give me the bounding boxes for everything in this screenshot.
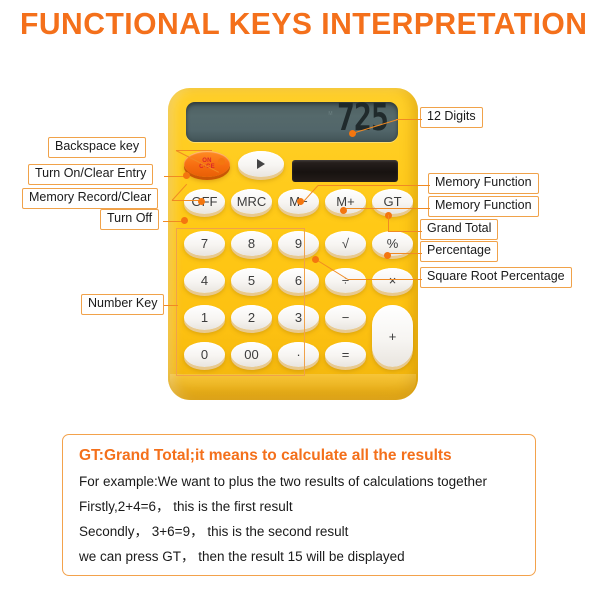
key-minus[interactable]: − <box>325 305 366 330</box>
key-grand-total[interactable]: GT <box>372 189 413 214</box>
solar-panel <box>292 160 398 182</box>
grand-total-explanation-panel: GT:Grand Total;it means to calculate all… <box>62 434 536 576</box>
key-square-root[interactable]: √ <box>325 231 366 256</box>
label-memory-function-1: Memory Function <box>428 173 539 194</box>
leader-memory-function-1 <box>318 185 430 186</box>
triangle-right-icon <box>257 159 265 169</box>
label-memory-record-clear: Memory Record/Clear <box>22 188 159 209</box>
leader-percentage <box>388 253 422 254</box>
lcd-digits: 725 <box>336 102 389 140</box>
dot-square-root <box>312 256 319 263</box>
leader-grand-total <box>388 231 422 232</box>
key-plus-label: + <box>388 328 397 344</box>
label-square-root-percentage: Square Root Percentage <box>420 267 572 288</box>
note-heading: GT:Grand Total;it means to calculate all… <box>79 447 452 464</box>
label-12-digits: 12 Digits <box>420 107 483 128</box>
key-percent-label: % <box>386 236 399 251</box>
number-key-group-box <box>176 228 305 376</box>
dot-turn-off <box>181 217 188 224</box>
leader-grand-total-vertical <box>388 215 389 232</box>
dot-backspace <box>218 158 225 165</box>
leader-12-digits <box>396 119 422 120</box>
key-mrc[interactable]: MRC <box>231 189 272 214</box>
dot-memory-function-1 <box>297 198 304 205</box>
leader-number-key <box>164 305 178 306</box>
key-multiply[interactable]: × <box>372 268 413 293</box>
leader-square-root <box>348 279 422 280</box>
label-memory-function-2: Memory Function <box>428 196 539 217</box>
dot-percentage <box>384 252 391 259</box>
key-backspace[interactable] <box>238 151 284 177</box>
dot-memory-record <box>198 198 205 205</box>
lcd-indicator-label: M <box>328 111 334 117</box>
key-divide[interactable]: ÷ <box>325 268 366 293</box>
label-backspace-key: Backspace key <box>48 137 147 158</box>
dot-12-digits <box>349 130 356 137</box>
leader-memory-function-2 <box>344 208 430 209</box>
key-equals[interactable]: = <box>325 342 366 367</box>
lcd-display: M 725 <box>186 102 398 142</box>
key-square-root-label: √ <box>341 236 350 251</box>
key-minus-label: − <box>341 310 350 325</box>
label-turn-off: Turn Off <box>100 209 160 230</box>
label-percentage: Percentage <box>420 241 498 262</box>
key-equals-label: = <box>341 347 350 362</box>
note-line-2: Firstly,2+4=6， this is the first result <box>79 498 293 514</box>
dot-memory-function-2 <box>340 207 347 214</box>
key-plus[interactable]: + <box>372 305 413 367</box>
key-mrc-label: MRC <box>236 194 267 209</box>
key-multiply-label: × <box>388 273 397 288</box>
key-grand-total-label: GT <box>383 194 402 209</box>
note-line-4: we can press GT， then the result 15 will… <box>79 548 405 564</box>
note-line-3: Secondly， 3+6=9， this is the second resu… <box>79 523 349 539</box>
page-title: FUNCTIONAL KEYS INTERPRETATION <box>20 6 588 41</box>
label-grand-total: Grand Total <box>420 219 499 240</box>
note-line-1: For example:We want to plus the two resu… <box>79 474 487 489</box>
label-turn-on-clear-entry: Turn On/Clear Entry <box>28 164 154 185</box>
label-number-key: Number Key <box>81 294 165 315</box>
leader-backspace <box>176 150 212 151</box>
dot-turn-on <box>183 172 190 179</box>
